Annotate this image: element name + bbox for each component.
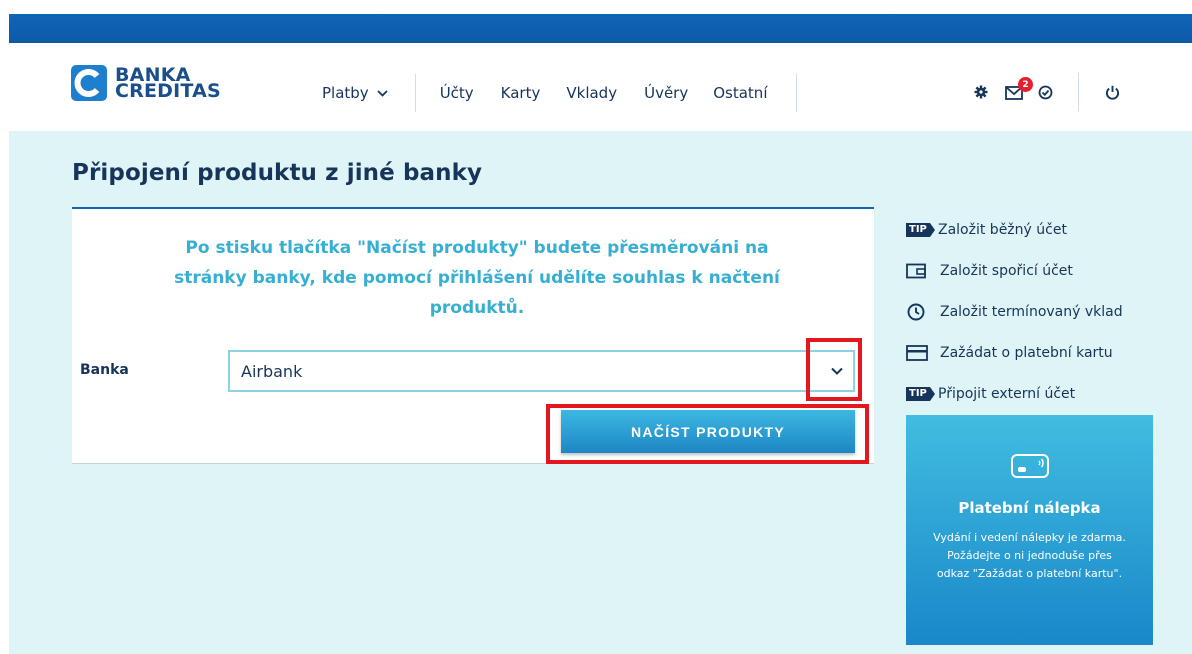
page-title: Připojení produktu z jiné banky — [72, 160, 483, 186]
sidebar-item-label: Založit termínovaný vklad — [940, 303, 1123, 320]
card-icon — [906, 343, 936, 363]
nav-ucty[interactable]: Účty — [440, 84, 474, 102]
nav-platby-label: Platby — [322, 84, 369, 102]
nav-ostatni[interactable]: Ostatní — [713, 84, 767, 102]
gear-icon — [974, 85, 988, 99]
logout-button[interactable] — [1105, 85, 1120, 100]
check-circle-icon — [1038, 85, 1053, 99]
promo-title: Platební nálepka — [958, 499, 1101, 517]
promo-text: Vydání i vedení nálepky je zdarma. Požád… — [933, 531, 1126, 580]
header-icons: 2 — [974, 73, 1120, 111]
sidebar-item-label: Založit spořicí účet — [940, 262, 1073, 279]
promo-panel: Platební nálepka Vydání i vedení nálepky… — [906, 415, 1153, 645]
nav-uvery[interactable]: Úvěry — [644, 84, 688, 102]
clock-icon — [906, 302, 936, 322]
sidebar-item-sporici-ucet[interactable]: Založit spořicí účet — [906, 250, 1186, 291]
settings-button[interactable] — [974, 85, 988, 99]
top-stripe — [9, 14, 1192, 43]
tip-icon: TIP — [906, 384, 936, 404]
load-products-button[interactable]: NAČÍST PRODUKTY — [561, 410, 855, 453]
tip-icon: TIP — [906, 220, 936, 240]
sidebar-item-bezny-ucet[interactable]: TIP Založit běžný účet — [906, 209, 1186, 250]
nav-divider — [414, 74, 416, 112]
header: BANKA CREDITAS Platby Účty Karty Vklady … — [9, 43, 1192, 131]
sidebar-item-externi-ucet[interactable]: TIP Připojit externí účet — [906, 373, 1186, 414]
sidebar-item-terminovany-vklad[interactable]: Založit termínovaný vklad — [906, 291, 1186, 332]
info-message: Po stisku tlačítka "Načíst produkty" bud… — [174, 238, 780, 318]
main-content: Připojení produktu z jiné banky Po stisk… — [9, 131, 1192, 654]
wallet-icon — [906, 261, 936, 281]
bank-select-value: Airbank — [241, 361, 303, 381]
messages-badge: 2 — [1018, 77, 1033, 92]
nav-vklady[interactable]: Vklady — [566, 84, 617, 102]
bank-label: Banka — [80, 362, 129, 378]
sidebar-item-label: Zažádat o platební kartu — [940, 344, 1113, 361]
sidebar-item-label: Založit běžný účet — [938, 221, 1067, 238]
logo[interactable]: BANKA CREDITAS — [71, 65, 221, 101]
logo-line-2: CREDITAS — [115, 80, 221, 102]
contactless-sticker-icon — [1011, 454, 1049, 478]
nav-divider — [795, 74, 797, 112]
logo-text: BANKA CREDITAS — [115, 66, 221, 102]
chevron-down-icon — [377, 89, 388, 97]
main-nav: Platby Účty Karty Vklady Úvěry Ostatní — [322, 74, 797, 112]
nav-karty[interactable]: Karty — [501, 84, 541, 102]
tip-tag: TIP — [906, 222, 935, 237]
tip-tag: TIP — [906, 386, 935, 401]
tasks-button[interactable] — [1038, 85, 1053, 100]
logo-c-icon — [71, 65, 107, 101]
header-divider — [1078, 73, 1079, 111]
power-icon — [1105, 85, 1120, 100]
sidebar-item-platebni-karta[interactable]: Zažádat o platební kartu — [906, 332, 1186, 373]
highlight-box-dropdown — [806, 338, 862, 401]
messages-button[interactable]: 2 — [1005, 77, 1033, 100]
bank-select[interactable]: Airbank — [228, 350, 855, 392]
sidebar-links: TIP Založit běžný účet Založit spořicí ú… — [906, 209, 1186, 414]
sidebar-item-label: Připojit externí účet — [938, 385, 1076, 402]
nav-platby[interactable]: Platby — [322, 84, 388, 102]
